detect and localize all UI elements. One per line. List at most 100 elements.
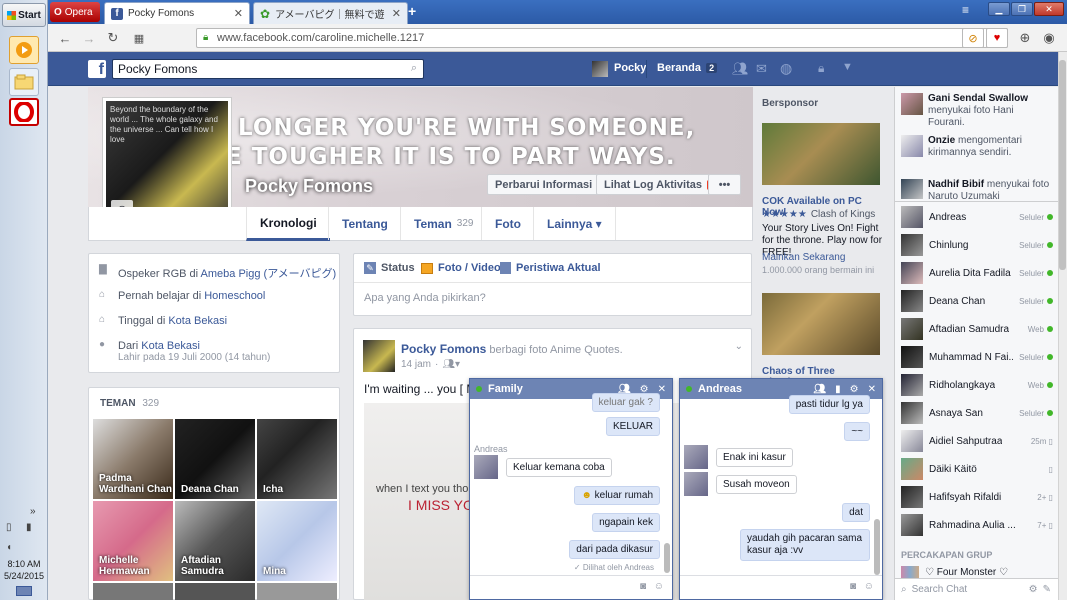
tab-menu-icon[interactable]: ≡: [962, 3, 969, 17]
audience-friends-icon[interactable]: 👥︎▾: [442, 359, 460, 370]
friend-tile[interactable]: [257, 583, 337, 600]
show-desktop-icon[interactable]: [16, 586, 32, 596]
update-info-button[interactable]: Perbarui Informasi: [487, 174, 601, 195]
reload-button[interactable]: ↻: [104, 29, 122, 47]
forward-button[interactable]: →: [80, 29, 98, 47]
new-message-icon[interactable]: ✎: [1043, 584, 1051, 595]
chat-scrollbar[interactable]: [664, 543, 670, 573]
study-link[interactable]: Homeschool: [204, 290, 265, 302]
search-chat-input[interactable]: ⌕ Search Chat ⚙ ✎: [895, 578, 1059, 600]
nav-profile-link[interactable]: Pocky: [614, 62, 646, 74]
add-friends-icon[interactable]: 👥︎: [813, 384, 826, 395]
from-link[interactable]: Kota Bekasi: [141, 340, 200, 352]
post-author-link[interactable]: Pocky Fomons: [401, 342, 486, 356]
friend-tile[interactable]: Mina: [257, 501, 337, 581]
profile-name[interactable]: Pocky Fomons: [245, 176, 373, 197]
ticker-story[interactable]: Gani Sendal Swallow menyukai foto Hani F…: [901, 93, 1053, 129]
opera-taskbar-icon[interactable]: [9, 98, 39, 126]
user-avatar[interactable]: [592, 61, 608, 77]
friend-tile[interactable]: Deana Chan: [175, 419, 255, 499]
chat-contact[interactable]: Deana Chan Seluler: [901, 288, 1053, 314]
video-call-icon[interactable]: ▮: [835, 384, 841, 395]
chat-input[interactable]: ◙ ☺: [680, 575, 882, 599]
close-icon[interactable]: ✕: [868, 384, 876, 395]
friend-tile[interactable]: [93, 583, 173, 600]
emoticon-icon[interactable]: ☺: [654, 581, 664, 592]
nav-home-link[interactable]: Beranda 2: [657, 62, 718, 74]
ticker-story[interactable]: Nadhif Bibif menyukai foto Naruto Uzumak…: [901, 179, 1053, 199]
start-button[interactable]: Start: [2, 3, 46, 27]
camera-icon[interactable]: ◙: [850, 581, 856, 592]
composer-input[interactable]: Apa yang Anda pikirkan?: [364, 292, 486, 304]
tab-ameba[interactable]: ✿ アメーバピグ｜無料で遊べる！ア ✕: [253, 2, 408, 24]
friends-title[interactable]: TEMAN 329: [100, 398, 159, 409]
expand-tray-icon[interactable]: »: [30, 506, 36, 517]
chat-settings-gear-icon[interactable]: ⚙: [1029, 584, 1038, 595]
tab-life-event[interactable]: Peristiwa Aktual: [500, 254, 601, 282]
lives-link[interactable]: Kota Bekasi: [168, 315, 227, 327]
maximize-button[interactable]: ❐: [1011, 2, 1033, 16]
settings-chevron-down-icon[interactable]: ▼: [842, 61, 853, 73]
more-options-button[interactable]: •••: [708, 174, 741, 195]
work-link[interactable]: Ameba Pigg (アメーバピグ): [201, 268, 337, 280]
friend-tile[interactable]: Aftadian Samudra: [175, 501, 255, 581]
download-icon[interactable]: ⊕: [1016, 29, 1034, 47]
chat-contact[interactable]: Aurelia Dita Fadila Seluler: [901, 260, 1053, 286]
chat-contact[interactable]: Asnaya San Seluler: [901, 400, 1053, 426]
ad-block-icon[interactable]: ⊘: [962, 28, 984, 48]
tab-timeline[interactable]: Kronologi: [246, 207, 330, 241]
post-options-chevron-icon[interactable]: ⌄: [735, 341, 743, 352]
chat-contact[interactable]: Ridholangkaya Web: [901, 372, 1053, 398]
url-field[interactable]: 🔒︎ www.facebook.com/caroline.michelle.12…: [196, 28, 1008, 48]
account-icon[interactable]: ◉: [1040, 29, 1058, 47]
chat-contact[interactable]: Däiki Käitö ▯: [901, 456, 1053, 482]
chat-contact[interactable]: Muhammad N Fai... Seluler: [901, 344, 1053, 370]
speed-dial-icon[interactable]: ▦: [130, 29, 148, 47]
close-tab-icon[interactable]: ✕: [392, 7, 401, 20]
tab-more[interactable]: Lainnya ▾: [533, 207, 616, 240]
tab-status[interactable]: ✎ Status: [364, 254, 415, 282]
chat-contact[interactable]: Andreas Seluler: [901, 204, 1053, 230]
chat-contact[interactable]: Aftadian Samudra Web: [901, 316, 1053, 342]
messages-icon[interactable]: ✉: [756, 61, 767, 77]
chat-contact[interactable]: Chinlung Seluler: [901, 232, 1053, 258]
media-player-icon[interactable]: [9, 36, 39, 64]
chat-contact[interactable]: Hafifsyah Rifaldi 2+ ▯: [901, 484, 1053, 510]
new-tab-button[interactable]: +: [408, 3, 416, 19]
ticker-story[interactable]: Onzie mengomentari kirimannya sendiri.: [901, 135, 1053, 159]
tab-about[interactable]: Tentang: [328, 207, 401, 240]
tab-facebook[interactable]: f Pocky Fomons ✕: [104, 2, 250, 24]
camera-icon[interactable]: ◙: [640, 581, 646, 592]
page-scrollbar-thumb[interactable]: [1059, 60, 1066, 270]
emoticon-icon[interactable]: ☺: [864, 581, 874, 592]
close-tab-icon[interactable]: ✕: [234, 7, 243, 20]
chat-contact[interactable]: Rahmadina Aulia ... 7+ ▯: [901, 512, 1053, 538]
facebook-logo-icon[interactable]: f: [88, 60, 106, 78]
chat-contact[interactable]: Aidiel Sahputraa 25m ▯: [901, 428, 1053, 454]
volume-icon[interactable]: ◖: [6, 542, 12, 553]
post-author-avatar[interactable]: [363, 340, 395, 372]
close-window-button[interactable]: ✕: [1034, 2, 1064, 16]
privacy-shortcuts-icon[interactable]: 🔒︎: [818, 61, 824, 76]
gear-icon[interactable]: ⚙: [850, 384, 859, 395]
minimize-button[interactable]: ▁: [988, 2, 1010, 16]
facebook-search-input[interactable]: Pocky Fomons ⌕: [112, 59, 424, 79]
search-icon[interactable]: ⌕: [411, 62, 417, 75]
tab-photo-video[interactable]: Foto / Video: [421, 254, 501, 282]
tab-photos[interactable]: Foto: [481, 207, 534, 240]
chat-input[interactable]: ◙ ☺: [470, 575, 672, 599]
opera-menu-button[interactable]: O Opera: [50, 2, 100, 22]
friend-requests-icon[interactable]: 👥︎: [732, 61, 749, 77]
ad-cta-link[interactable]: Mainkan Sekarang: [762, 252, 845, 263]
back-button[interactable]: ←: [56, 29, 74, 47]
explorer-icon[interactable]: [9, 68, 39, 96]
bookmark-heart-icon[interactable]: ♥: [986, 28, 1008, 48]
friend-tile[interactable]: Padma Wardhani Chan: [93, 419, 173, 499]
ad-image[interactable]: [762, 123, 880, 185]
tab-friends[interactable]: Teman 329: [400, 207, 486, 240]
friend-tile[interactable]: Icha: [257, 419, 337, 499]
notifications-globe-icon[interactable]: ◍: [780, 60, 792, 77]
ad-image[interactable]: [762, 293, 880, 355]
friend-tile[interactable]: Michelle Hermawan: [93, 501, 173, 581]
taskbar-clock[interactable]: 8:10 AM 5/24/2015: [0, 558, 48, 582]
